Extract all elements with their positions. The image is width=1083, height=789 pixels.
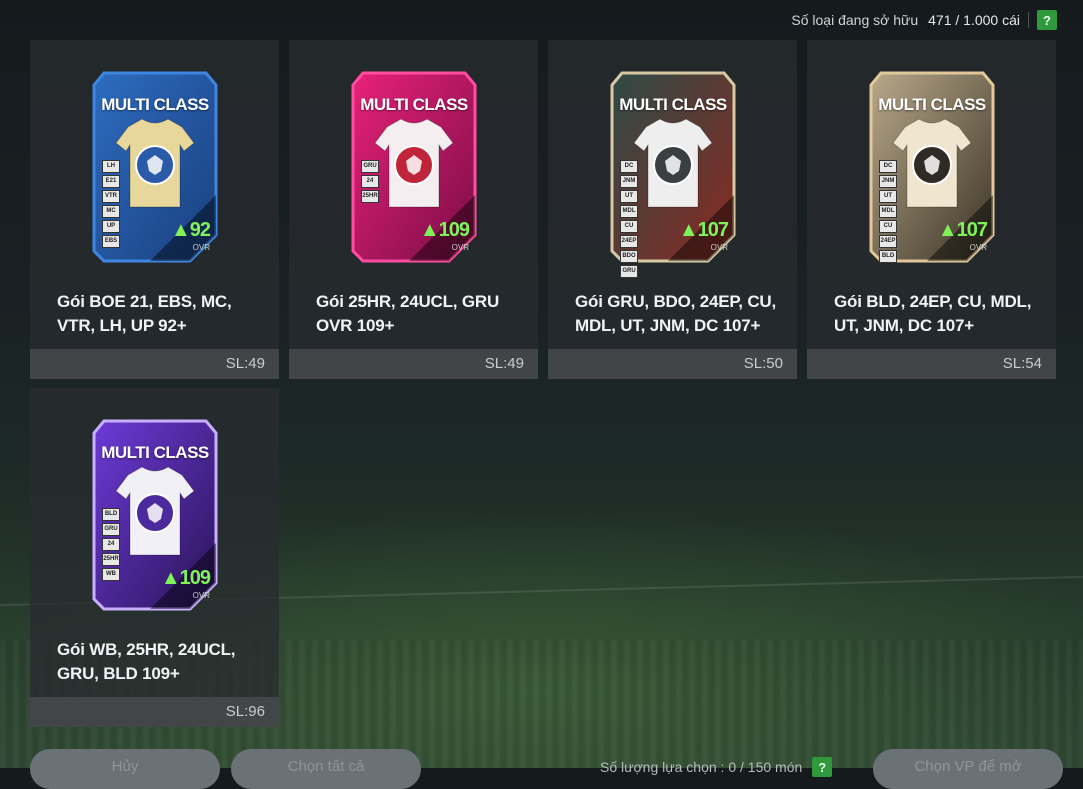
card-tag-list: BLD GRU 24 25HR WB [102, 508, 120, 581]
card-ovr-label: OVR [451, 243, 469, 252]
card-tag: MDL [620, 205, 638, 218]
card-tag: JNM [620, 175, 638, 188]
card-tag-list: DC JNM UT MDL CU 24EP BDO GRU [620, 160, 638, 278]
card-rating: ▲109 [160, 567, 211, 589]
card-tag: DC [879, 160, 897, 173]
card-ovr-label: OVR [969, 243, 987, 252]
card-tag: 24 [102, 538, 120, 551]
card-tag: BDO [620, 250, 638, 263]
card-tag: CU [879, 220, 897, 233]
card-tag: UT [620, 190, 638, 203]
card-tag: DC [620, 160, 638, 173]
selection-count: Số lượng lựa chọn : 0 / 150 món ? [600, 757, 833, 777]
pack-name: Gói BLD, 24EP, CU, MDL, UT, JNM, DC 107+ [834, 292, 1032, 335]
help-icon[interactable]: ? [812, 757, 833, 777]
card-tag: BLD [879, 250, 897, 263]
open-selected-button[interactable]: Chọn VP để mở [873, 749, 1063, 789]
pack-card-image: MULTI CLASS LH E21 VTR MC UP EBS ▲92 OVR [30, 40, 279, 280]
card-tag: GRU [102, 523, 120, 536]
owned-count-bar: Số loại đang sở hữu 471 / 1.000 cái ? [791, 10, 1057, 30]
card-tag: 24EP [620, 235, 638, 248]
pack-quantity: SL:49 [30, 349, 279, 379]
player-card: MULTI CLASS LH E21 VTR MC UP EBS ▲92 OVR [90, 65, 220, 265]
pack-quantity: SL:50 [548, 349, 797, 379]
card-rating: ▲107 [678, 219, 729, 241]
pack-name: Gói BOE 21, EBS, MC, VTR, LH, UP 92+ [57, 292, 232, 335]
card-tag: GRU [361, 160, 379, 173]
pack-quantity: SL:49 [289, 349, 538, 379]
player-card: MULTI CLASS GRU 24 25HR ▲109 OVR [349, 65, 479, 265]
pack-tile[interactable]: MULTI CLASS DC JNM UT MDL CU 24EP BLD ▲107 OVR Gói… [807, 40, 1056, 379]
card-rating: ▲107 [937, 219, 988, 241]
player-card: MULTI CLASS DC JNM UT MDL CU 24EP BDO GRU ▲107 OVR [608, 65, 738, 278]
pack-name: Gói WB, 25HR, 24UCL, GRU, BLD 109+ [57, 640, 236, 683]
card-tag: UP [102, 220, 120, 233]
pack-name: Gói 25HR, 24UCL, GRU OVR 109+ [316, 292, 500, 335]
card-tag: E21 [102, 175, 120, 188]
owned-label: Số loại đang sở hữu [791, 12, 919, 28]
card-tag: 24 [361, 175, 379, 188]
card-tag: BLD [102, 508, 120, 521]
card-tag: GRU [620, 265, 638, 278]
selection-count-label: Số lượng lựa chọn : 0 / 150 món [600, 759, 803, 775]
card-tag: CU [620, 220, 638, 233]
select-all-button[interactable]: Chọn tất cả [231, 749, 421, 789]
card-tag: MC [102, 205, 120, 218]
card-title: MULTI CLASS [878, 95, 986, 114]
card-tag: 25HR [102, 553, 120, 566]
card-tag-list: GRU 24 25HR [361, 160, 379, 203]
pack-tile[interactable]: MULTI CLASS LH E21 VTR MC UP EBS ▲92 OVR Gói BOE … [30, 40, 279, 379]
card-tag-list: DC JNM UT MDL CU 24EP BLD [879, 160, 897, 263]
card-tag: WB [102, 568, 120, 581]
card-tag: 24EP [879, 235, 897, 248]
card-tag: EBS [102, 235, 120, 248]
pack-quantity: SL:54 [807, 349, 1056, 379]
card-title: MULTI CLASS [360, 95, 468, 114]
card-ovr-label: OVR [710, 243, 728, 252]
card-tag: LH [102, 160, 120, 173]
card-tag-list: LH E21 VTR MC UP EBS [102, 160, 120, 248]
card-ovr-label: OVR [192, 591, 210, 600]
divider [1028, 12, 1029, 28]
card-tag: UT [879, 190, 897, 203]
pack-card-image: MULTI CLASS GRU 24 25HR ▲109 OVR [289, 40, 538, 280]
pack-card-image: MULTI CLASS BLD GRU 24 25HR WB ▲109 OVR [30, 388, 279, 628]
card-title: MULTI CLASS [619, 95, 727, 114]
pack-quantity: SL:96 [30, 697, 279, 727]
pack-name: Gói GRU, BDO, 24EP, CU, MDL, UT, JNM, DC… [575, 292, 777, 335]
card-tag: VTR [102, 190, 120, 203]
pack-tile[interactable]: MULTI CLASS GRU 24 25HR ▲109 OVR Gói 25HR, 24U… [289, 40, 538, 379]
card-ovr-label: OVR [192, 243, 210, 252]
pack-tile[interactable]: MULTI CLASS BLD GRU 24 25HR WB ▲109 OVR Gói WB, … [30, 388, 279, 727]
card-title: MULTI CLASS [101, 443, 209, 462]
card-rating: ▲92 [170, 219, 211, 241]
player-card: MULTI CLASS DC JNM UT MDL CU 24EP BLD ▲107 OVR [867, 65, 997, 265]
pack-tile[interactable]: MULTI CLASS DC JNM UT MDL CU 24EP BDO GRU ▲107 OVR… [548, 40, 797, 379]
player-card: MULTI CLASS BLD GRU 24 25HR WB ▲109 OVR [90, 413, 220, 613]
owned-value: 471 / 1.000 cái [928, 12, 1020, 28]
help-icon[interactable]: ? [1037, 10, 1057, 30]
pack-card-image: MULTI CLASS DC JNM UT MDL CU 24EP BDO GRU ▲107 OVR [548, 40, 797, 280]
card-rating: ▲109 [419, 219, 470, 241]
pack-card-image: MULTI CLASS DC JNM UT MDL CU 24EP BLD ▲107 OVR [807, 40, 1056, 280]
cancel-button[interactable]: Hủy [30, 749, 220, 789]
card-title: MULTI CLASS [101, 95, 209, 114]
card-tag: JNM [879, 175, 897, 188]
card-tag: MDL [879, 205, 897, 218]
card-tag: 25HR [361, 190, 379, 203]
